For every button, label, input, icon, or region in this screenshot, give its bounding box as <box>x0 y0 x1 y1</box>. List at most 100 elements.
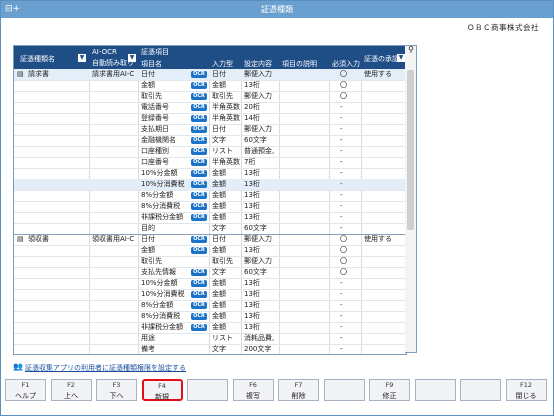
cell-input-type: 文字 <box>212 345 226 353</box>
cell-item-name: 金融機関名 <box>141 136 176 144</box>
filter-doc-type-icon[interactable]: ▼ <box>78 54 86 62</box>
ocr-badge: OCR <box>191 269 207 276</box>
cell-item-name: 10%分消費税 <box>141 290 185 298</box>
cell-required: - <box>340 125 343 133</box>
fkey-f6-button[interactable]: F6 複写 <box>232 379 274 401</box>
cell-settings: 200文字 <box>244 345 272 353</box>
cell-settings: 60文字 <box>244 224 267 232</box>
cell-input-type: 取引先 <box>212 257 233 265</box>
cell-settings: 郵便入力 <box>244 235 272 243</box>
cell-required: 〇 <box>340 257 347 265</box>
fkey-f2-button[interactable]: F2 上へ <box>50 379 92 401</box>
fkey-action-label: 上へ <box>64 392 78 400</box>
cell-item-name: 日付 <box>141 70 155 78</box>
fkey-f9-button[interactable]: F9 修正 <box>369 379 410 401</box>
cell-approval: 使用する <box>364 235 392 243</box>
fkey-empty-button[interactable] <box>460 379 501 401</box>
ocr-badge: OCR <box>191 71 207 78</box>
ocr-badge: OCR <box>191 82 207 89</box>
cell-item-name: 口座番号 <box>141 158 169 166</box>
table-row[interactable]: 備考 文字 200文字 - <box>14 344 406 354</box>
fkey-action-label: 複写 <box>246 392 260 400</box>
fkey-f1-button[interactable]: F1 ヘルプ <box>5 379 46 401</box>
cell-doc-type: 請求書 <box>28 70 49 78</box>
cell-item-name: 口座種別 <box>141 147 169 155</box>
cell-required: 〇 <box>340 81 347 89</box>
scrollbar-thumb[interactable] <box>407 70 414 230</box>
cell-item-name: 10%分金額 <box>141 279 178 287</box>
cell-ai-ocr: 請求書用AI-C <box>92 70 135 78</box>
cell-required: 〇 <box>340 92 347 100</box>
fkey-f7-button[interactable]: F7 削除 <box>278 379 319 401</box>
fkey-key-label: F1 <box>21 381 30 389</box>
cell-required: - <box>340 191 343 199</box>
fkey-f4-button[interactable]: F4 新規 <box>141 379 183 401</box>
fkey-empty-button[interactable] <box>187 379 228 401</box>
cell-required: - <box>340 290 343 298</box>
cell-item-name: 金額 <box>141 246 155 254</box>
cell-input-type: 日付 <box>212 70 226 78</box>
cell-item-name: 8%分消費税 <box>141 312 181 320</box>
cell-input-type: リスト <box>212 147 233 155</box>
fkey-key-label: F2 <box>67 381 75 389</box>
cell-input-type: 金額 <box>212 290 226 298</box>
permission-link[interactable]: 証憑収集アプリの利用者に証憑種類権限を設定する <box>25 363 186 373</box>
cell-settings: 60文字 <box>244 136 267 144</box>
col-settings: 設定内容 <box>244 60 272 68</box>
cell-input-type: 半角英数 <box>212 114 240 122</box>
fkey-empty-button[interactable] <box>414 379 456 401</box>
fkey-f12-button[interactable]: F12 閉じる <box>505 379 547 401</box>
ocr-badge: OCR <box>191 214 207 221</box>
vertical-scrollbar[interactable] <box>405 45 417 353</box>
col-required: 必須入力 <box>332 60 360 68</box>
cell-settings: 普通預金, <box>244 147 275 155</box>
cell-input-type: 金額 <box>212 191 226 199</box>
cell-settings: 13桁 <box>244 180 260 188</box>
col-approval: 証憑の承認 <box>364 55 399 63</box>
ocr-badge: OCR <box>191 93 207 100</box>
document-type-grid[interactable]: 証憑種類名 ▼ AI-OCR 自動読み取り ▼ 証憑項目 項目名 入力型 設定内… <box>13 45 407 355</box>
cell-item-name: 支払先情報 <box>141 268 176 276</box>
fkey-empty-button[interactable] <box>323 379 365 401</box>
col-items-group: 証憑項目 <box>141 48 169 56</box>
cell-item-name: 10%分消費税 <box>141 180 185 188</box>
ocr-badge: OCR <box>191 170 207 177</box>
cell-item-name: 10%分金額 <box>141 169 178 177</box>
document-icon: ▤ <box>17 70 24 78</box>
cell-item-name: 日付 <box>141 235 155 243</box>
cell-item-name: 8%分消費税 <box>141 202 181 210</box>
cell-item-name: 8%分金額 <box>141 301 174 309</box>
users-icon: 👥 <box>13 362 23 371</box>
company-name: ＯＢＣ商事株式会社 <box>467 23 539 32</box>
fkey-action-label: 下へ <box>109 392 124 400</box>
cell-item-name: 8%分金額 <box>141 191 174 199</box>
cell-required: - <box>340 136 343 144</box>
cell-settings: 60文字 <box>244 268 267 276</box>
cell-item-name: 取引先 <box>141 92 162 100</box>
search-icon[interactable]: ⚲ <box>406 45 416 55</box>
cell-input-type: 文字 <box>212 136 226 144</box>
filter-ai-ocr-icon[interactable]: ▼ <box>128 54 136 62</box>
cell-settings: 消耗品費, <box>244 334 275 342</box>
cell-settings: 13桁 <box>244 169 260 177</box>
cell-settings: 7桁 <box>244 158 256 166</box>
fkey-action-label: ヘルプ <box>15 392 36 400</box>
cell-item-name: 目的 <box>141 224 155 232</box>
col-item-name: 項目名 <box>141 60 162 68</box>
col-doc-type: 証憑種類名 <box>20 55 55 63</box>
cell-settings: 郵便入力 <box>244 70 272 78</box>
filter-approval-icon[interactable]: ▼ <box>397 54 405 62</box>
cell-required: - <box>340 202 343 210</box>
cell-input-type: 金額 <box>212 301 226 309</box>
ocr-badge: OCR <box>191 324 207 331</box>
cell-item-name: 非課税分金額 <box>141 323 183 331</box>
cell-required: - <box>340 312 343 320</box>
fkey-f3-button[interactable]: F3 下へ <box>96 379 137 401</box>
cell-required: - <box>340 180 343 188</box>
cell-input-type: 半角英数 <box>212 103 240 111</box>
cell-required: - <box>340 323 343 331</box>
cell-settings: 13桁 <box>244 323 260 331</box>
cell-item-name: 取引先 <box>141 257 162 265</box>
cell-input-type: 取引先 <box>212 92 233 100</box>
col-input-type: 入力型 <box>212 60 233 68</box>
